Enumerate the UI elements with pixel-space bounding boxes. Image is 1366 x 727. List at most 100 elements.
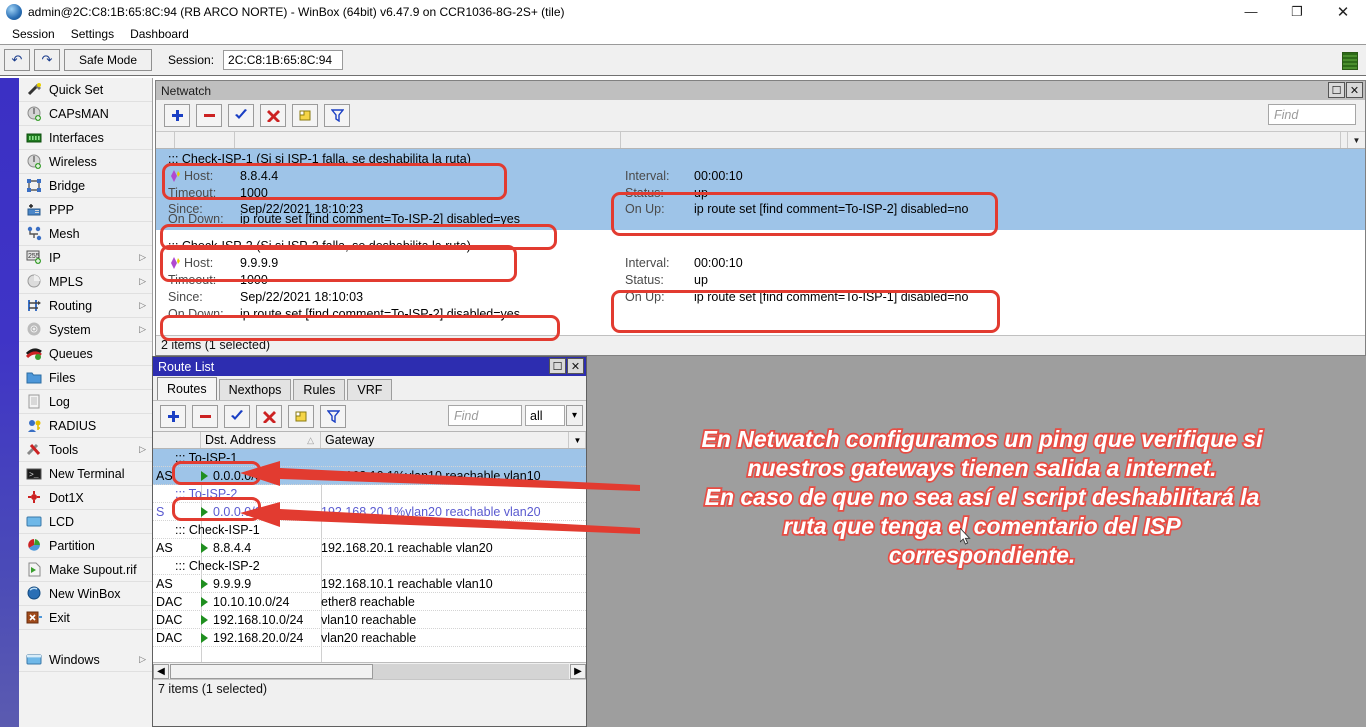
route-list-horizontal-scrollbar[interactable]: ◀ ▶: [153, 662, 586, 679]
redo-button[interactable]: ↷: [34, 49, 60, 71]
sidebar-item-bridge[interactable]: Bridge: [19, 174, 152, 198]
tab-routes[interactable]: Routes: [157, 377, 217, 400]
menu-settings[interactable]: Settings: [63, 25, 122, 43]
sidebar-item-queues[interactable]: Queues: [19, 342, 152, 366]
table-row[interactable]: AS 9.9.9.9 192.168.10.1 reachable vlan10: [153, 575, 586, 593]
menu-dashboard[interactable]: Dashboard: [122, 25, 197, 43]
minimize-button[interactable]: —: [1228, 0, 1274, 23]
netwatch-col-blank1[interactable]: [175, 132, 235, 148]
ip-icon: 255: [25, 249, 44, 266]
sidebar-item-ppp[interactable]: PPP: [19, 198, 152, 222]
sidebar-item-system[interactable]: System ▷: [19, 318, 152, 342]
annotation-line-2: nuestros gateways tienen salida a intern…: [598, 454, 1366, 483]
remove-icon[interactable]: [192, 405, 218, 428]
netwatch-col-blank2[interactable]: [235, 132, 621, 148]
scroll-right-icon[interactable]: ▶: [570, 664, 586, 679]
close-button[interactable]: ✕: [1320, 0, 1366, 23]
add-icon[interactable]: [160, 405, 186, 428]
chevron-down-icon[interactable]: ▾: [566, 405, 583, 426]
table-row[interactable]: AS 8.8.4.4 192.168.20.1 reachable vlan20: [153, 539, 586, 557]
tab-nexthops[interactable]: Nexthops: [219, 379, 292, 400]
table-row[interactable]: ::: To-ISP-2: [153, 485, 586, 503]
sidebar-item-new-winbox[interactable]: New WinBox: [19, 582, 152, 606]
disable-icon[interactable]: [260, 104, 286, 127]
comment-icon[interactable]: [292, 104, 318, 127]
sidebar-item-ip[interactable]: 255 IP ▷: [19, 246, 152, 270]
remove-icon[interactable]: [196, 104, 222, 127]
netwatch-col-blank3[interactable]: [621, 132, 1341, 148]
sidebar-item-files[interactable]: Files: [19, 366, 152, 390]
restore-button[interactable]: ❐: [1274, 0, 1320, 23]
host-icon: [168, 257, 181, 269]
table-row[interactable]: DAC 192.168.10.0/24 vlan10 reachable: [153, 611, 586, 629]
sidebar-item-new-terminal[interactable]: >_ New Terminal: [19, 462, 152, 486]
netwatch-restore-button[interactable]: ☐: [1328, 82, 1345, 98]
netwatch-row[interactable]: ::: Check-ISP-2 (Si si ISP-2 falla, se d…: [156, 238, 1365, 319]
sidebar-item-make-supout[interactable]: Make Supout.rif: [19, 558, 152, 582]
exit-icon: [25, 609, 44, 626]
sidebar-label: Tools: [49, 443, 78, 457]
sidebar-label: Quick Set: [49, 83, 103, 97]
disable-icon[interactable]: [256, 405, 282, 428]
col-gateway[interactable]: Gateway: [321, 432, 586, 448]
table-row[interactable]: ::: Check-ISP-2: [153, 557, 586, 575]
table-row[interactable]: DAC 192.168.20.0/24 vlan20 reachable: [153, 629, 586, 647]
menu-session[interactable]: Session: [4, 25, 63, 43]
scroll-left-icon[interactable]: ◀: [153, 664, 169, 679]
sidebar-label: New WinBox: [49, 587, 121, 601]
chevron-down-icon[interactable]: ▼: [568, 432, 586, 448]
route-list-restore-button[interactable]: ☐: [549, 358, 566, 374]
sidebar-item-mpls[interactable]: MPLS ▷: [19, 270, 152, 294]
tab-vrf[interactable]: VRF: [347, 379, 392, 400]
sidebar-item-log[interactable]: Log: [19, 390, 152, 414]
scrollbar-track[interactable]: [170, 664, 569, 679]
enable-icon[interactable]: [224, 405, 250, 428]
table-row[interactable]: AS 0.0.0.0/0 192.168.10.1%vlan10 reachab…: [153, 467, 586, 485]
scrollbar-thumb[interactable]: [170, 664, 373, 679]
sidebar-item-tools[interactable]: Tools ▷: [19, 438, 152, 462]
sidebar-item-windows[interactable]: Windows ▷: [19, 648, 152, 672]
enable-icon[interactable]: [228, 104, 254, 127]
table-row[interactable]: ::: To-ISP-1: [153, 449, 586, 467]
sidebar-item-routing[interactable]: Routing ▷: [19, 294, 152, 318]
sidebar-item-interfaces[interactable]: Interfaces: [19, 126, 152, 150]
table-row[interactable]: DAC 10.10.10.0/24 ether8 reachable: [153, 593, 586, 611]
sidebar-item-quick-set[interactable]: Quick Set: [19, 78, 152, 102]
sidebar-label: Windows: [49, 653, 100, 667]
filter-icon[interactable]: [324, 104, 350, 127]
sidebar-item-wireless[interactable]: Wireless: [19, 150, 152, 174]
system-gear-icon: [25, 321, 44, 338]
comment-icon[interactable]: [288, 405, 314, 428]
col-dst-address[interactable]: Dst. Address △: [201, 432, 321, 448]
chevron-down-icon[interactable]: ▼: [1347, 132, 1365, 148]
netwatch-find-input[interactable]: Find: [1268, 104, 1356, 125]
undo-button[interactable]: ↶: [4, 49, 30, 71]
safe-mode-button[interactable]: Safe Mode: [64, 49, 152, 71]
netwatch-close-button[interactable]: ✕: [1346, 82, 1363, 98]
sidebar-item-partition[interactable]: Partition: [19, 534, 152, 558]
netwatch-col-flag[interactable]: [156, 132, 175, 148]
table-row[interactable]: ::: Check-ISP-1: [153, 521, 586, 539]
route-list-close-button[interactable]: ✕: [567, 358, 584, 374]
sidebar-item-mesh[interactable]: Mesh: [19, 222, 152, 246]
table-row[interactable]: S 0.0.0.0/0 192.168.20.1%vlan20 reachabl…: [153, 503, 586, 521]
session-value[interactable]: 2C:C8:1B:65:8C:94: [223, 50, 343, 70]
route-comment: ::: Check-ISP-2: [153, 559, 260, 573]
netwatch-window-controls: ☐ ✕: [1328, 82, 1363, 98]
sidebar-item-dot1x[interactable]: Dot1X: [19, 486, 152, 510]
route-list-find-input[interactable]: Find: [448, 405, 522, 426]
col-flags[interactable]: [153, 432, 201, 448]
route-gateway: 192.168.20.1 reachable vlan20: [321, 541, 586, 555]
sidebar-item-capsman[interactable]: CAPsMAN: [19, 102, 152, 126]
sidebar-item-radius[interactable]: RADIUS: [19, 414, 152, 438]
tab-rules[interactable]: Rules: [293, 379, 345, 400]
route-dst: 8.8.4.4: [201, 541, 321, 555]
chevron-right-icon: ▷: [139, 654, 146, 665]
add-icon[interactable]: [164, 104, 190, 127]
netwatch-row[interactable]: ::: Check-ISP-1 (Si si ISP-1 falla, se d…: [156, 149, 1365, 230]
route-comment: ::: To-ISP-2: [153, 487, 237, 501]
route-list-filter-select[interactable]: all: [525, 405, 565, 426]
sidebar-item-lcd[interactable]: LCD: [19, 510, 152, 534]
sidebar-item-exit[interactable]: Exit: [19, 606, 152, 630]
filter-icon[interactable]: [320, 405, 346, 428]
